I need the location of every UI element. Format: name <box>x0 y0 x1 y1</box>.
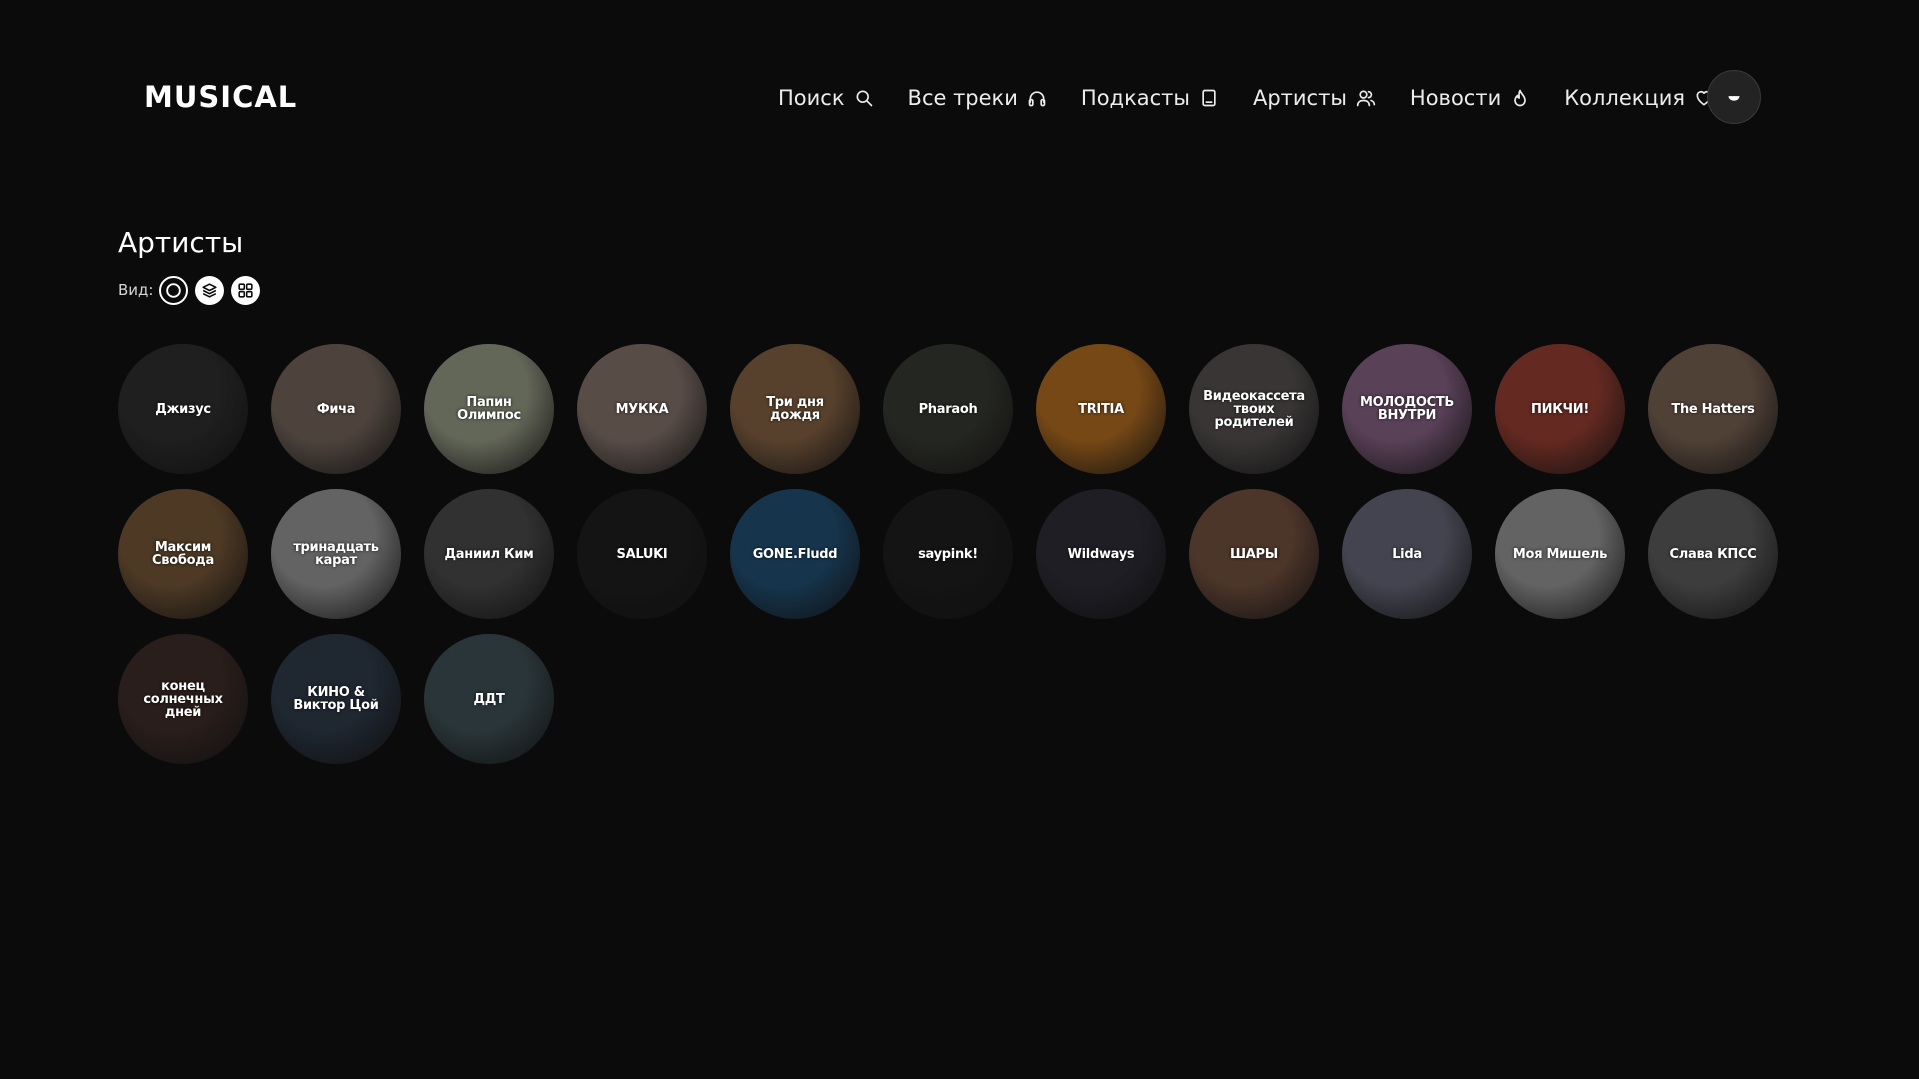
artist-card[interactable]: ПИКЧИ! <box>1495 344 1625 474</box>
artist-name: КИНО & Виктор Цой <box>293 685 379 713</box>
artist-card[interactable]: Даниил Ким <box>424 489 554 619</box>
artist-card[interactable]: Wildways <box>1036 489 1166 619</box>
artist-name: конец солнечных дней <box>143 678 223 720</box>
artist-name: ШАРЫ <box>1230 546 1278 562</box>
artist-card[interactable]: МОЛОДОСТЬ ВНУТРИ <box>1342 344 1472 474</box>
artist-name: Даниил Ким <box>444 546 534 562</box>
page: MUSICAL Поиск Все треки Подкасты Артисты… <box>0 0 1919 1079</box>
artist-card[interactable]: КИНО & Виктор Цой <box>271 634 401 764</box>
artist-name: Фича <box>316 401 356 417</box>
artist-card[interactable]: SALUKI <box>577 489 707 619</box>
artist-name: ДДТ <box>473 691 505 707</box>
main-nav: Поиск Все треки Подкасты Артисты Новости… <box>778 78 1714 118</box>
nav-label-collection: Коллекция <box>1564 86 1685 110</box>
nav-label-news: Новости <box>1409 86 1502 110</box>
artist-card[interactable]: Слава КПСС <box>1648 489 1778 619</box>
circle-icon <box>166 282 182 298</box>
artist-name: Папин Олимпос <box>457 395 521 423</box>
view-grid-button[interactable] <box>231 275 261 305</box>
artist-card[interactable]: Фича <box>271 344 401 474</box>
user-avatar-button[interactable] <box>1707 70 1761 124</box>
artist-name: SALUKI <box>616 546 668 562</box>
flame-icon <box>1510 88 1530 108</box>
header: MUSICAL Поиск Все треки Подкасты Артисты… <box>0 0 1919 196</box>
nav-label-all-tracks: Все треки <box>907 86 1018 110</box>
nav-label-podcasts: Подкасты <box>1080 86 1190 110</box>
view-switcher: Вид: <box>118 275 267 305</box>
artist-card[interactable]: Джизус <box>118 344 248 474</box>
artist-name: ПИКЧИ! <box>1531 401 1589 417</box>
artist-card[interactable]: TRITIA <box>1036 344 1166 474</box>
view-stack-button[interactable] <box>195 275 225 305</box>
nav-item-collection[interactable]: Коллекция <box>1564 78 1714 118</box>
artist-card[interactable]: ДДТ <box>424 634 554 764</box>
artist-name: TRITIA <box>1078 401 1124 417</box>
artist-name: Моя Мишель <box>1512 546 1608 562</box>
nav-item-search[interactable]: Поиск <box>778 78 874 118</box>
grid-icon <box>238 282 254 298</box>
nav-item-news[interactable]: Новости <box>1410 78 1530 118</box>
artist-name: Wildways <box>1067 546 1135 562</box>
nav-item-podcasts[interactable]: Подкасты <box>1081 78 1219 118</box>
artist-card[interactable]: saypink! <box>883 489 1013 619</box>
artist-card[interactable]: GONE.Fludd <box>730 489 860 619</box>
artist-name: Слава КПСС <box>1669 546 1757 562</box>
nav-label-search: Поиск <box>778 86 845 110</box>
artist-card[interactable]: ШАРЫ <box>1189 489 1319 619</box>
artist-card[interactable]: Lida <box>1342 489 1472 619</box>
layers-icon <box>202 282 218 298</box>
artist-name: The Hatters <box>1671 401 1755 417</box>
view-label: Вид: <box>118 281 154 299</box>
nav-item-artists[interactable]: Артисты <box>1253 78 1376 118</box>
search-icon <box>854 88 874 108</box>
artist-name: МУККА <box>615 401 669 417</box>
artist-card[interactable]: Видеокассета твоих родителей <box>1189 344 1319 474</box>
artist-card[interactable]: Максим Свобода <box>118 489 248 619</box>
artist-card[interactable]: The Hatters <box>1648 344 1778 474</box>
headphones-icon <box>1027 88 1047 108</box>
artist-name: saypink! <box>918 546 978 562</box>
users-icon <box>1356 88 1376 108</box>
artist-name: Джизус <box>155 401 211 417</box>
artist-card[interactable]: Папин Олимпос <box>424 344 554 474</box>
artist-name: Видеокассета твоих родителей <box>1203 388 1305 430</box>
artist-card[interactable]: Три дня дождя <box>730 344 860 474</box>
artist-name: GONE.Fludd <box>752 546 838 562</box>
view-circle-button[interactable] <box>159 275 189 305</box>
artist-name: Pharaoh <box>918 401 978 417</box>
nav-label-artists: Артисты <box>1252 86 1347 110</box>
page-title: Артисты <box>118 226 244 259</box>
artist-name: МОЛОДОСТЬ ВНУТРИ <box>1359 395 1455 423</box>
book-icon <box>1199 88 1219 108</box>
artist-card[interactable]: Моя Мишель <box>1495 489 1625 619</box>
logo[interactable]: MUSICAL <box>144 80 297 114</box>
artist-name: Максим Свобода <box>152 540 214 568</box>
artist-card[interactable]: тринадцать карат <box>271 489 401 619</box>
nav-item-all-tracks[interactable]: Все треки <box>908 78 1047 118</box>
artist-name: тринадцать карат <box>293 540 379 568</box>
artist-name: Три дня дождя <box>766 395 824 423</box>
artist-card[interactable]: Pharaoh <box>883 344 1013 474</box>
artist-name: Lida <box>1392 546 1422 562</box>
avatar-icon <box>1728 96 1740 101</box>
artist-card[interactable]: МУККА <box>577 344 707 474</box>
artist-card[interactable]: конец солнечных дней <box>118 634 248 764</box>
